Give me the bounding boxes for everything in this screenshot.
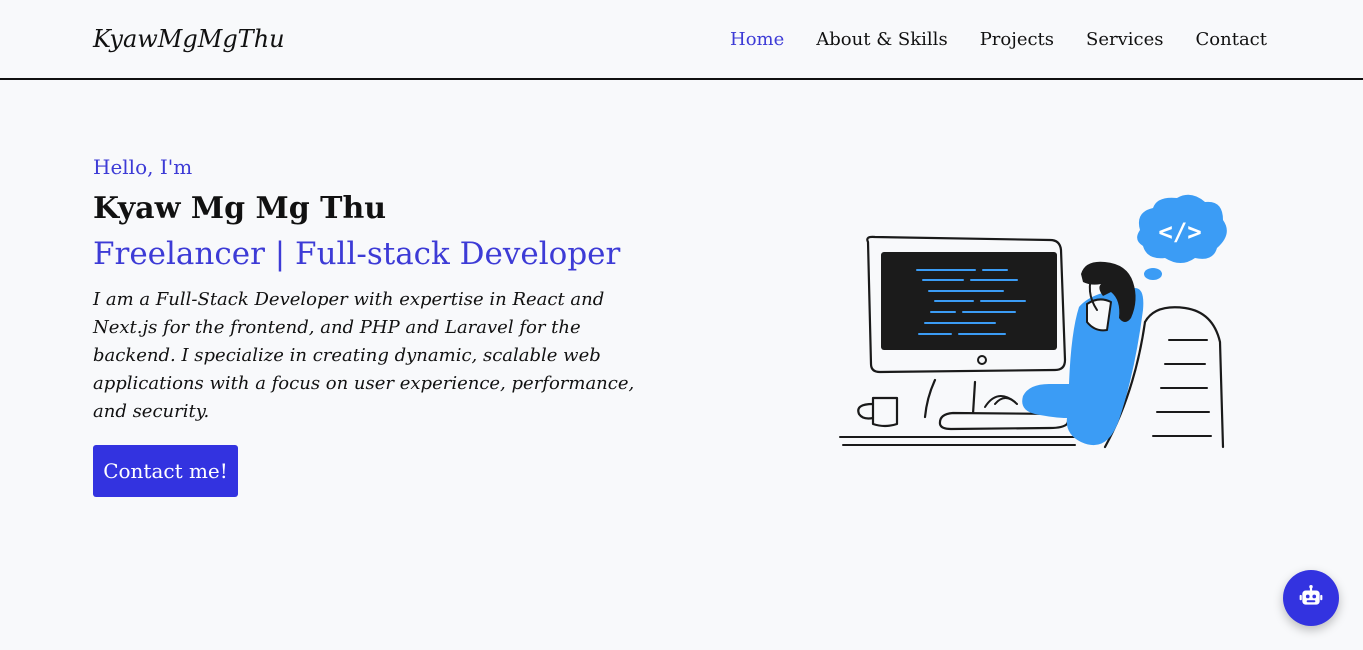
nav-item-contact: Contact (1196, 29, 1267, 50)
hero-section: Hello, I'm Kyaw Mg Mg Thu Freelancer | F… (93, 155, 673, 426)
nav-item-home: Home (730, 29, 784, 50)
nav-link-home[interactable]: Home (730, 29, 784, 50)
nav-item-services: Services (1086, 29, 1163, 50)
navbar: KyawMgMgThu Home About & Skills Projects… (0, 0, 1363, 80)
nav-item-about: About & Skills (816, 29, 947, 50)
robot-icon (1298, 584, 1324, 613)
hero-name: Kyaw Mg Mg Thu (93, 191, 387, 226)
chatbot-button[interactable] (1283, 570, 1339, 626)
hero-greeting: Hello, I'm (93, 155, 193, 179)
developer-at-computer-illustration: </> (835, 192, 1235, 457)
contact-me-button[interactable]: Contact me! (93, 445, 238, 497)
hero-role: Freelancer | Full-stack Developer (93, 236, 621, 272)
brand-logo[interactable]: KyawMgMgThu (93, 25, 285, 53)
nav-link-services[interactable]: Services (1086, 29, 1163, 50)
nav-link-about-skills[interactable]: About & Skills (816, 29, 947, 50)
nav-link-contact[interactable]: Contact (1196, 29, 1267, 50)
nav-item-projects: Projects (980, 29, 1054, 50)
thought-bubble-code: </> (1158, 218, 1201, 246)
hero-description: I am a Full-Stack Developer with experti… (93, 289, 635, 422)
nav-link-projects[interactable]: Projects (980, 29, 1054, 50)
nav-links: Home About & Skills Projects Services Co… (730, 29, 1267, 50)
